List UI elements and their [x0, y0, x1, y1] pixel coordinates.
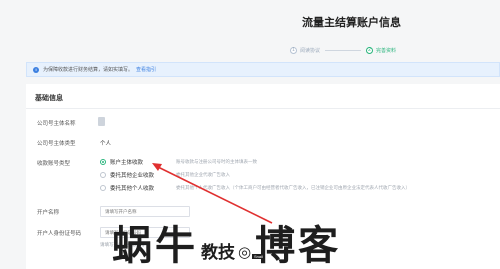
step-label: 阅读协议: [300, 47, 321, 54]
section-title: 基础信息: [35, 95, 63, 102]
divider: [26, 108, 500, 109]
id-number-label: 开户人身份证号码: [37, 231, 82, 237]
notice-guide-link[interactable]: 查看指引: [136, 66, 156, 73]
watermark-text-middle: 教技: [201, 243, 235, 263]
radio-label[interactable]: 委托其他个人收款: [110, 184, 154, 192]
radio-button[interactable]: [100, 185, 106, 191]
steps-indicator: 1 阅读协议 2 完善资料: [290, 44, 396, 56]
watermark-text-left: 蜗牛: [112, 223, 198, 269]
notice-banner: i 为保障收款进行财务结算，请如实填写。 查看指引: [26, 62, 500, 77]
step-label: 完善资料: [376, 47, 397, 54]
radio-button[interactable]: [100, 172, 106, 178]
option-description: 委托其他企业代收广告收入: [176, 172, 230, 177]
document-icon: [98, 117, 105, 126]
company-type-value: 个人: [100, 141, 112, 147]
account-type-label: 收款账号类型: [37, 161, 71, 167]
account-name-label: 开户名称: [37, 210, 60, 216]
page-title: 流量主结算账户信息: [302, 17, 401, 29]
step-number: 2: [366, 46, 374, 54]
notice-text: 为保障收款进行财务结算，请如实填写。: [43, 67, 134, 73]
radio-label[interactable]: 账户主体收款: [110, 158, 143, 166]
option-description: 委托其他个人代收广告收入（个体工商户可由经营者代收广告收入，已注销企业可由原企业…: [176, 185, 410, 190]
company-name-label: 公司号主体名称: [37, 121, 76, 127]
snail-icon: ◎: [238, 244, 252, 261]
radio-button[interactable]: [100, 159, 106, 165]
watermark: 蜗牛 教技 ◎ 博客 Snail: [112, 194, 341, 269]
step-number: 1: [290, 46, 297, 54]
option-description: 账号收款与注册公司号时的主体填表一致: [176, 159, 257, 164]
radio-label[interactable]: 委托其他企业收款: [110, 171, 154, 179]
radio-option-company[interactable]: 委托其他企业收款: [100, 171, 154, 179]
step-complete-info: 2 完善资料: [366, 46, 397, 54]
watermark-text-right: 博客: [255, 223, 342, 269]
radio-option-individual[interactable]: 委托其他个人收款: [100, 184, 154, 192]
radio-option-self[interactable]: 账户主体收款: [100, 158, 143, 166]
watermark-url: Snail: [252, 254, 265, 259]
company-type-label: 公司号主体类型: [37, 141, 76, 147]
step-connector: [325, 49, 362, 51]
step-read-agreement: 1 阅读协议: [290, 46, 321, 54]
info-icon: i: [33, 66, 39, 73]
